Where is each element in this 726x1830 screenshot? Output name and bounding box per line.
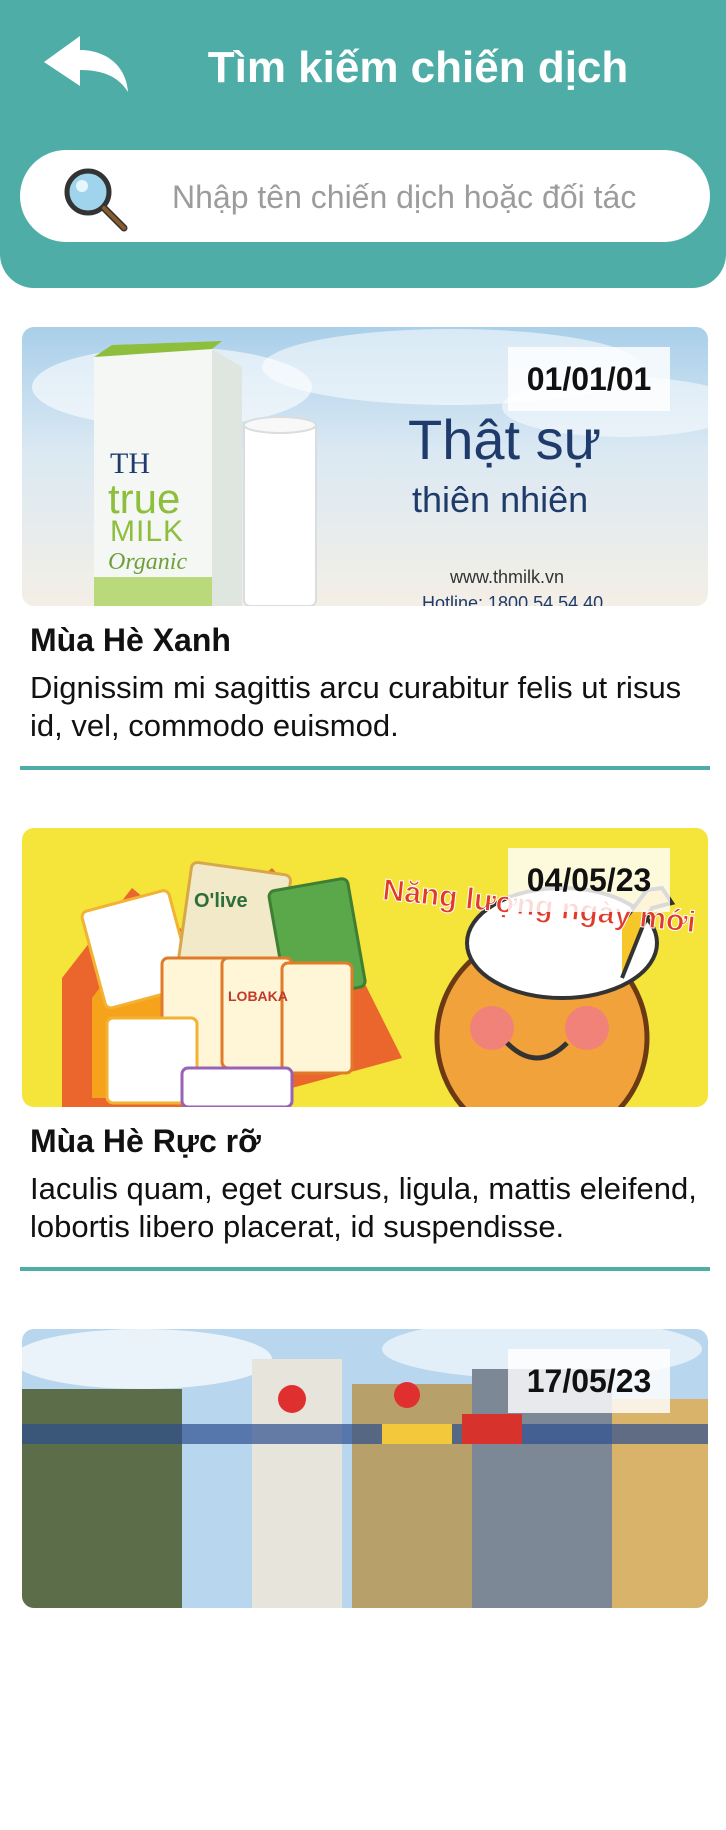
- campaign-card[interactable]: 17/05/23: [20, 1329, 710, 1830]
- brand-low: MILK: [110, 515, 185, 548]
- date-badge: 01/01/01: [508, 347, 670, 411]
- divider: [20, 766, 710, 770]
- pack-label-olive: O'live: [194, 890, 248, 912]
- brand-sub: Organic: [108, 549, 188, 575]
- divider: [20, 1267, 710, 1271]
- campaign-banner[interactable]: TH true MILK Organic Thật sự thiên nhiên…: [22, 327, 708, 606]
- date-badge: 17/05/23: [508, 1349, 670, 1413]
- campaign-list: TH true MILK Organic Thật sự thiên nhiên…: [20, 327, 710, 1830]
- pack-label-lobaka: LOBAKA: [228, 988, 288, 1004]
- campaign-banner[interactable]: Năng lượng ngày mới O'live LOBAKA 04/05/…: [22, 828, 708, 1107]
- search-input[interactable]: [170, 172, 694, 222]
- back-arrow-icon[interactable]: [40, 34, 132, 98]
- page-title: Tìm kiếm chiến dịch: [207, 43, 629, 92]
- campaign-card[interactable]: TH true MILK Organic Thật sự thiên nhiên…: [20, 327, 710, 828]
- magnifier-icon: [64, 168, 128, 232]
- campaign-description: Iaculis quam, eget cursus, ligula, matti…: [30, 1171, 697, 1244]
- campaign-description: Dignissim mi sagittis arcu curabitur fel…: [30, 670, 682, 743]
- date-badge: 04/05/23: [508, 848, 670, 912]
- campaign-card[interactable]: Năng lượng ngày mới O'live LOBAKA 04/05/…: [20, 828, 710, 1329]
- banner-hotline: Hotline: 1800 54 54 40: [422, 593, 604, 606]
- banner-headline: Thật sự: [408, 408, 602, 471]
- banner-website: www.thmilk.vn: [450, 567, 565, 587]
- header-bar: Tìm kiếm chiến dịch: [0, 0, 726, 288]
- banner-subheadline: thiên nhiên: [412, 479, 589, 520]
- campaign-title[interactable]: Mùa Hè Rực rỡ: [30, 1123, 261, 1160]
- search-bar[interactable]: [20, 150, 710, 242]
- campaign-banner[interactable]: 17/05/23: [22, 1329, 708, 1608]
- campaign-title[interactable]: Mùa Hè Xanh: [30, 622, 231, 659]
